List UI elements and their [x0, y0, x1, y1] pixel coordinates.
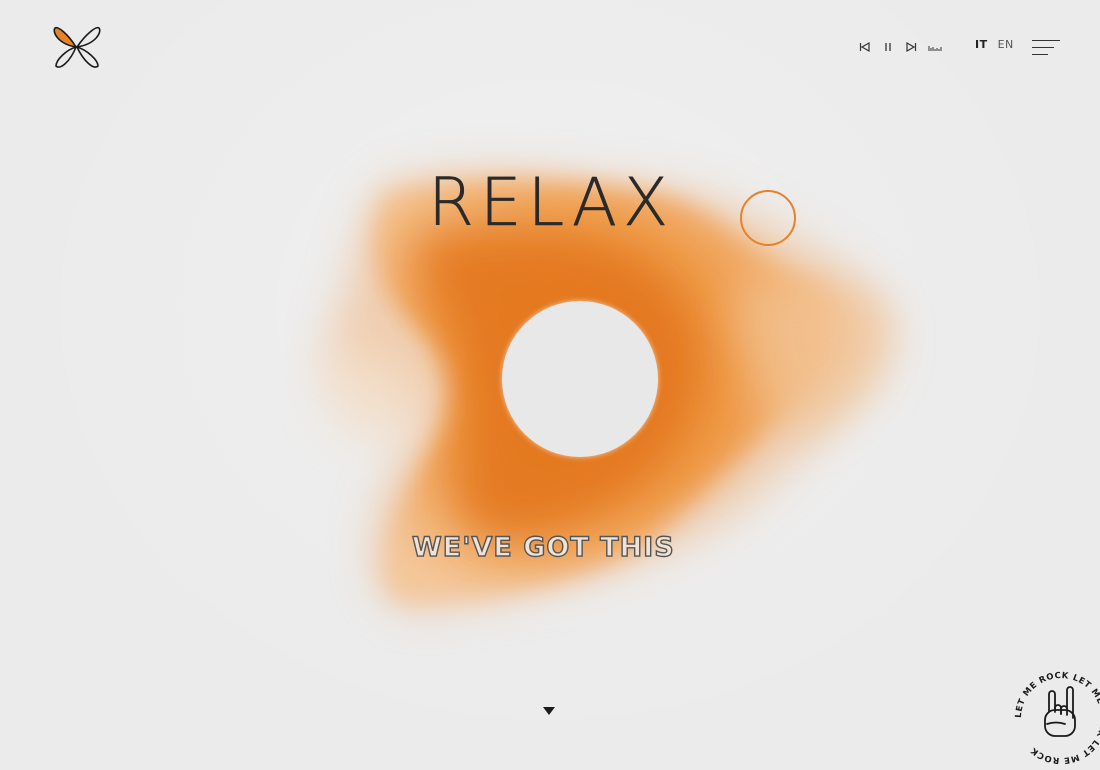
let-me-rock-badge[interactable]: LET ME ROCK LET ME ROCK LET ME ROCK — [1013, 670, 1100, 766]
hero-title: RELAX — [428, 164, 675, 241]
language-switch: IT EN — [975, 38, 1014, 51]
cursor-ring — [740, 190, 796, 246]
butterfly-logo-icon[interactable] — [52, 24, 102, 70]
language-it[interactable]: IT — [975, 38, 988, 51]
audio-player — [858, 38, 943, 56]
center-disc — [502, 301, 658, 457]
language-en[interactable]: EN — [998, 38, 1014, 51]
hamburger-menu-icon[interactable] — [1032, 39, 1062, 57]
next-icon[interactable] — [904, 40, 918, 54]
previous-icon[interactable] — [858, 40, 872, 54]
pause-icon[interactable] — [881, 40, 895, 54]
scroll-down-icon[interactable] — [543, 707, 555, 715]
hero-tagline: WE'VE GOT THIS — [411, 532, 675, 563]
equalizer-icon[interactable] — [927, 40, 943, 54]
